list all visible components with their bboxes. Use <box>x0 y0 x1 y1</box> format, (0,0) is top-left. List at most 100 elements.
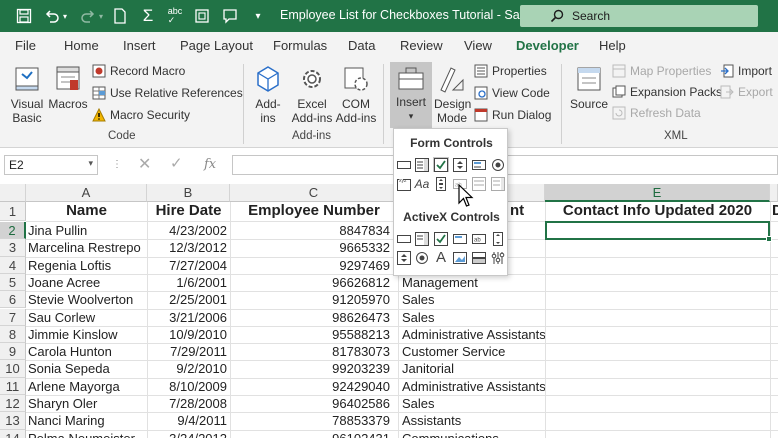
tab-developer[interactable]: Developer <box>516 38 579 53</box>
cell-employee-number[interactable]: 98626473 <box>230 309 390 326</box>
button-control-icon[interactable] <box>396 157 412 172</box>
cell-department[interactable]: Sales <box>402 309 545 326</box>
add-ins-button[interactable]: Add- ins <box>250 64 286 125</box>
cell-name[interactable]: Joane Acree <box>28 274 147 291</box>
cell-name[interactable]: Sharyn Oler <box>28 395 147 412</box>
row-header-13[interactable]: 13 <box>0 412 26 430</box>
cell-name[interactable]: Carola Hunton <box>28 343 147 360</box>
redo-dropdown-icon[interactable]: ▾ <box>96 6 106 26</box>
new-file-icon[interactable] <box>110 6 130 26</box>
cell-name[interactable]: Marcelina Restrepo <box>28 239 147 256</box>
header-department[interactable]: nt <box>510 200 545 222</box>
cell-employee-number[interactable]: 9665332 <box>230 239 390 256</box>
list-box-icon[interactable] <box>471 157 487 172</box>
customize-toolbar-icon[interactable]: ▾ <box>248 6 268 26</box>
combo-dropdown-edit-icon[interactable] <box>490 176 506 191</box>
visual-basic-button[interactable]: Visual Basic <box>8 64 46 125</box>
row-header-5[interactable]: 5 <box>0 273 26 292</box>
cell-name[interactable]: Jina Pullin <box>28 222 147 239</box>
header-hire-date[interactable]: Hire Date <box>147 200 230 222</box>
activex-scroll-bar-icon[interactable] <box>490 231 506 246</box>
com-add-ins-button[interactable]: COM Add-ins <box>334 64 378 125</box>
row-header-1[interactable]: 1 <box>0 202 26 221</box>
map-properties-button[interactable]: Map Properties <box>612 64 711 78</box>
tab-file[interactable]: File <box>15 38 36 53</box>
cell-employee-number[interactable]: 8847834 <box>230 222 390 239</box>
row-header-6[interactable]: 6 <box>0 291 26 309</box>
activex-list-box-icon[interactable] <box>452 231 468 246</box>
cancel-entry-icon[interactable]: ✕ <box>138 154 151 174</box>
cell-department[interactable]: Communications <box>402 430 545 438</box>
cell-name[interactable]: Sau Corlew <box>28 309 147 326</box>
expansion-packs-button[interactable]: Expansion Packs <box>612 85 722 99</box>
option-button-icon[interactable] <box>490 157 506 172</box>
search-box[interactable]: Search <box>520 5 758 27</box>
row-header-7[interactable]: 7 <box>0 308 26 326</box>
import-button[interactable]: Import <box>720 64 772 78</box>
name-box[interactable]: E2 ▾ <box>4 155 98 175</box>
cell-hire-date[interactable]: 4/23/2002 <box>147 222 227 239</box>
cell-name[interactable]: Arlene Mayorga <box>28 378 147 395</box>
redo-icon[interactable] <box>78 6 98 26</box>
fill-handle[interactable] <box>766 236 772 242</box>
row-header-10[interactable]: 10 <box>0 360 26 378</box>
combo-box-icon[interactable] <box>414 157 430 172</box>
use-relative-references-button[interactable]: Use Relative References <box>92 86 243 100</box>
cell-name[interactable]: Nanci Maring <box>28 412 147 429</box>
tab-help[interactable]: Help <box>599 38 626 53</box>
macros-button[interactable]: Macros <box>48 64 88 111</box>
tab-insert[interactable]: Insert <box>123 38 156 53</box>
source-button[interactable]: Source <box>570 64 608 111</box>
cell-name[interactable]: Stevie Woolverton <box>28 291 147 308</box>
cell-employee-number[interactable]: 95588213 <box>230 326 390 343</box>
activex-image-icon[interactable] <box>452 250 468 265</box>
checkbox-control-icon[interactable] <box>433 157 449 172</box>
row-header-12[interactable]: 12 <box>0 395 26 413</box>
group-box-icon[interactable]: xyz <box>396 176 412 191</box>
undo-dropdown-icon[interactable]: ▾ <box>60 6 70 26</box>
activex-label-icon[interactable]: A <box>433 249 449 266</box>
cell-employee-number[interactable]: 96102431 <box>230 430 390 438</box>
cell-department[interactable]: Administrative Assistants <box>402 378 545 395</box>
header-f-partial[interactable]: D <box>772 200 778 222</box>
insert-controls-button[interactable]: Insert ▾ <box>390 62 432 128</box>
activex-command-button-icon[interactable] <box>396 231 412 246</box>
activex-spin-button-icon[interactable] <box>396 250 412 265</box>
more-controls-icon[interactable] <box>490 250 506 265</box>
cell-department[interactable]: Customer Service <box>402 343 545 360</box>
excel-add-ins-button[interactable]: Excel Add-ins <box>290 64 334 125</box>
cell-department[interactable]: Management <box>402 274 545 291</box>
activex-text-box-icon[interactable]: ab <box>471 231 487 246</box>
cell-employee-number[interactable]: 99203239 <box>230 360 390 377</box>
cell-employee-number[interactable]: 78853379 <box>230 412 390 429</box>
cell-name[interactable]: Pelma Neumeister <box>28 430 147 438</box>
cell-employee-number[interactable]: 96402586 <box>230 395 390 412</box>
insert-function-button[interactable]: fx <box>204 157 216 172</box>
tab-formulas[interactable]: Formulas <box>273 38 327 53</box>
scroll-bar-icon[interactable] <box>433 176 449 191</box>
cell-employee-number[interactable]: 96626812 <box>230 274 390 291</box>
tab-view[interactable]: View <box>464 38 492 53</box>
activex-checkbox-icon[interactable] <box>433 231 449 246</box>
cell-name[interactable]: Regenia Loftis <box>28 257 147 274</box>
label-control-icon[interactable]: Aa <box>414 176 430 191</box>
cell-hire-date[interactable]: 7/27/2004 <box>147 257 227 274</box>
confirm-entry-icon[interactable]: ✓ <box>170 154 183 172</box>
tab-page-layout[interactable]: Page Layout <box>180 38 253 53</box>
tab-review[interactable]: Review <box>400 38 443 53</box>
row-header-9[interactable]: 9 <box>0 343 26 361</box>
cell-hire-date[interactable]: 9/4/2011 <box>147 412 227 429</box>
cell-hire-date[interactable]: 12/3/2012 <box>147 239 227 256</box>
select-all-corner[interactable] <box>0 184 26 202</box>
refresh-data-button[interactable]: Refresh Data <box>612 106 701 120</box>
cell-employee-number[interactable]: 9297469 <box>230 257 390 274</box>
cell-employee-number[interactable]: 91205970 <box>230 291 390 308</box>
export-button[interactable]: Export <box>720 85 773 99</box>
cell-name[interactable]: Sonia Sepeda <box>28 360 147 377</box>
cell-hire-date[interactable]: 1/6/2001 <box>147 274 227 291</box>
header-employee-number[interactable]: Employee Number <box>230 200 398 222</box>
row-header-3[interactable]: 3 <box>0 239 26 257</box>
save-icon[interactable] <box>14 6 34 26</box>
undo-icon[interactable] <box>42 6 62 26</box>
header-contact-info[interactable]: Contact Info Updated 2020 <box>545 200 770 222</box>
